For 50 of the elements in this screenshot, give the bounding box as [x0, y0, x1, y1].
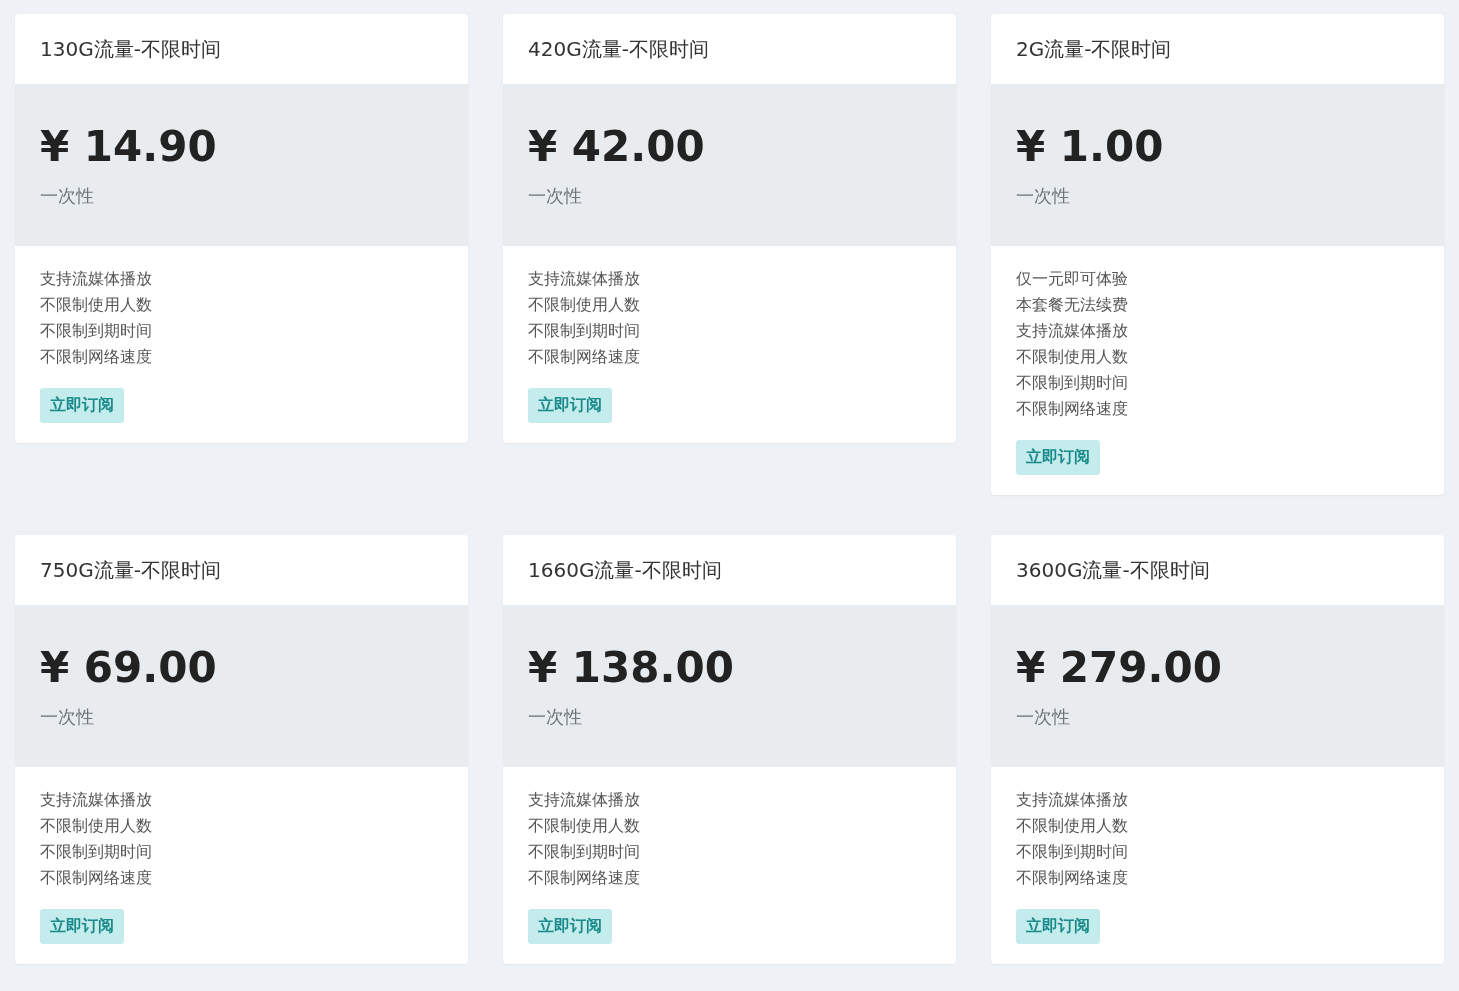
- plan-price: ¥ 1.00: [1016, 122, 1164, 173]
- subscribe-button[interactable]: 立即订阅: [1016, 440, 1100, 475]
- plan-price: ¥ 138.00: [528, 643, 734, 694]
- billing-period: 一次性: [1016, 705, 1070, 730]
- plan-price: ¥ 42.00: [528, 122, 705, 173]
- feature-text: 支持流媒体播放: [1016, 320, 1128, 342]
- feature-text: 本套餐无法续费: [1016, 294, 1128, 316]
- feature-text: 支持流媒体播放: [1016, 789, 1128, 811]
- plan-title: 1660G流量-不限时间: [527, 556, 723, 584]
- billing-period: 一次性: [40, 184, 94, 209]
- feature-text: 支持流媒体播放: [40, 268, 152, 290]
- plan-title: 2G流量-不限时间: [1015, 35, 1173, 63]
- plan-price: ¥ 14.90: [40, 122, 217, 173]
- plan-price: ¥ 279.00: [1016, 643, 1222, 694]
- subscribe-button[interactable]: 立即订阅: [1016, 909, 1100, 944]
- feature-text: 不限制使用人数: [40, 815, 152, 837]
- feature-text: 仅一元即可体验: [1016, 268, 1128, 290]
- plan-title: 3600G流量-不限时间: [1015, 556, 1211, 584]
- subscribe-button[interactable]: 立即订阅: [40, 388, 124, 423]
- feature-text: 不限制到期时间: [40, 320, 152, 342]
- feature-text: 不限制到期时间: [528, 320, 640, 342]
- subscribe-button[interactable]: 立即订阅: [528, 909, 612, 944]
- feature-text: 不限制网络速度: [40, 346, 152, 368]
- feature-text: 不限制使用人数: [40, 294, 152, 316]
- feature-text: 不限制到期时间: [1016, 372, 1128, 394]
- billing-period: 一次性: [528, 184, 582, 209]
- feature-text: 不限制使用人数: [528, 815, 640, 837]
- feature-text: 不限制使用人数: [528, 294, 640, 316]
- feature-text: 不限制网络速度: [528, 867, 640, 889]
- feature-text: 支持流媒体播放: [528, 789, 640, 811]
- billing-period: 一次性: [40, 705, 94, 730]
- feature-text: 不限制网络速度: [1016, 867, 1128, 889]
- plan-title: 750G流量-不限时间: [39, 556, 222, 584]
- feature-text: 不限制网络速度: [40, 867, 152, 889]
- feature-text: 不限制使用人数: [1016, 815, 1128, 837]
- plan-title: 420G流量-不限时间: [527, 35, 710, 63]
- subscribe-button[interactable]: 立即订阅: [528, 388, 612, 423]
- feature-text: 支持流媒体播放: [40, 789, 152, 811]
- billing-period: 一次性: [1016, 184, 1070, 209]
- feature-text: 不限制到期时间: [40, 841, 152, 863]
- plan-title: 130G流量-不限时间: [39, 35, 222, 63]
- feature-text: 不限制网络速度: [528, 346, 640, 368]
- subscribe-button[interactable]: 立即订阅: [40, 909, 124, 944]
- billing-period: 一次性: [528, 705, 582, 730]
- feature-text: 不限制网络速度: [1016, 398, 1128, 420]
- feature-text: 不限制到期时间: [1016, 841, 1128, 863]
- feature-text: 不限制到期时间: [528, 841, 640, 863]
- feature-text: 不限制使用人数: [1016, 346, 1128, 368]
- feature-text: 支持流媒体播放: [528, 268, 640, 290]
- plan-price: ¥ 69.00: [40, 643, 217, 694]
